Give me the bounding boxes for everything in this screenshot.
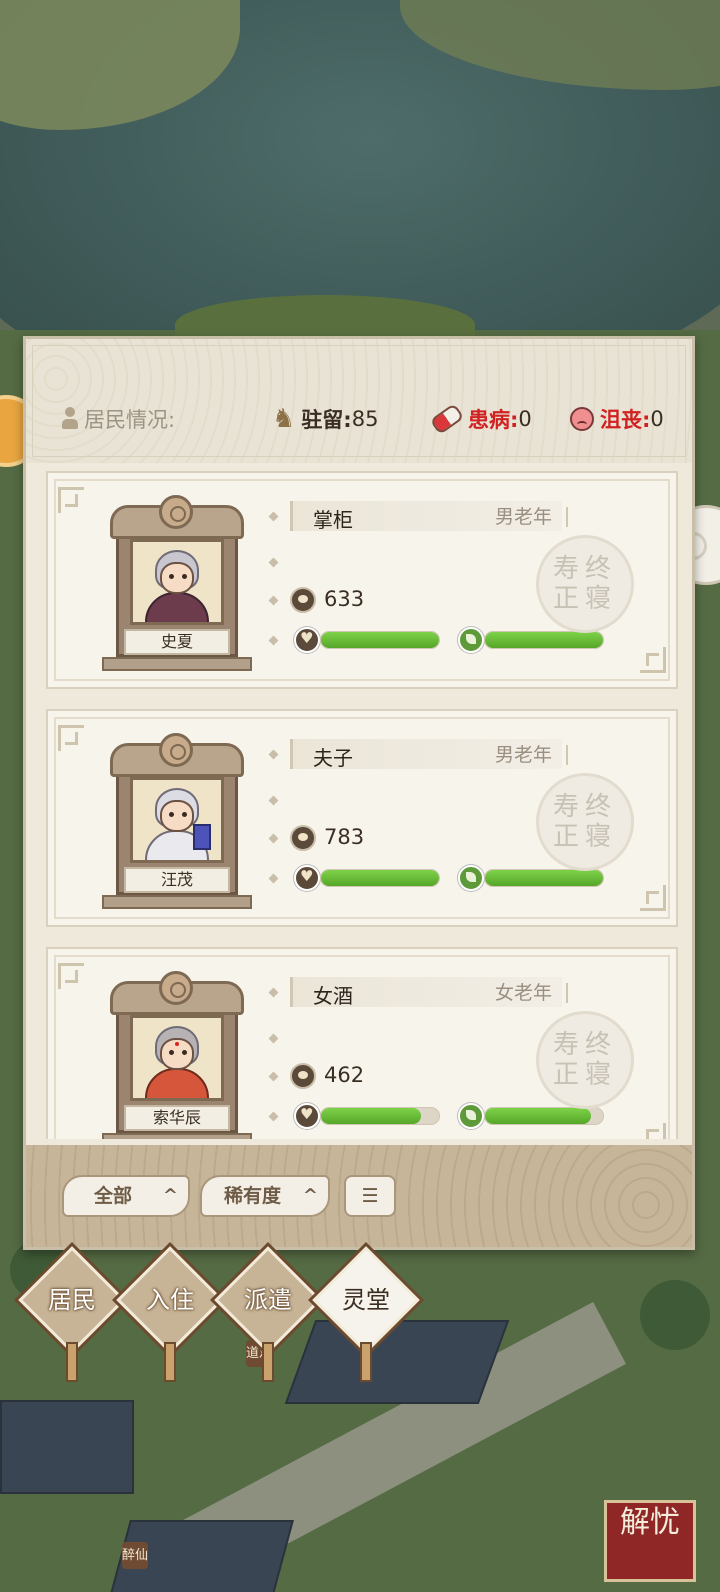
depressed-label: 沮丧: (600, 408, 651, 432)
sad-face-icon (570, 407, 594, 431)
portrait-frame[interactable]: 汪茂 (102, 733, 252, 911)
sign-drunk-immortal[interactable]: 醉仙 (122, 1542, 148, 1569)
filter-all-button[interactable]: 全部 ^ (62, 1175, 190, 1217)
resident-card[interactable]: 史夏 掌柜 男老年 633 寿终正寝 (46, 471, 678, 689)
resident-category: 女老年 (494, 982, 552, 1004)
pill-icon (429, 403, 465, 435)
rose-ornament-icon (159, 733, 193, 767)
resident-job: 夫子 (313, 746, 353, 770)
money-bag-icon (290, 1063, 316, 1089)
resident-portrait (130, 1015, 224, 1101)
sick-label: 患病: (468, 408, 519, 432)
money-bag-icon (290, 825, 316, 851)
panel-header: 居民情况: ♞ 驻留: 85 患病: 0 沮丧: 0 (26, 339, 692, 463)
sort-button[interactable]: ☰ (344, 1175, 396, 1217)
health-bar (320, 869, 440, 887)
depressed-value: 0 (650, 407, 664, 431)
leaf-icon (458, 627, 484, 653)
chevron-up-icon: ^ (302, 1185, 318, 1206)
job-bar: 掌柜 男老年 (290, 501, 568, 532)
resident-wealth: 462 (324, 1063, 365, 1087)
resident-name: 汪茂 (124, 867, 230, 893)
death-seal-stamp: 寿终 正寝 (536, 535, 634, 633)
nav-move-in-button[interactable]: 入住 (116, 1244, 224, 1390)
house-roof[interactable] (0, 1400, 134, 1494)
stay-label: 驻留: (301, 408, 352, 432)
resident-wealth: 783 (324, 825, 365, 849)
health-bar (320, 631, 440, 649)
mood-bar (484, 1107, 604, 1125)
nav-dispatch-button[interactable]: 派遣 (214, 1244, 322, 1390)
health-bar (320, 1107, 440, 1125)
money-bag-icon (290, 587, 316, 613)
portrait-frame[interactable]: 索华辰 (102, 971, 252, 1139)
resident-name: 史夏 (124, 629, 230, 655)
resident-category: 男老年 (494, 744, 552, 766)
resident-status-label: 居民情况: (84, 408, 176, 432)
stay-value: 85 (351, 407, 379, 431)
portrait-frame[interactable]: 史夏 (102, 495, 252, 673)
resident-wealth: 633 (324, 587, 365, 611)
tree (640, 1280, 710, 1350)
rose-ornament-icon (159, 971, 193, 1005)
leaf-icon (458, 1103, 484, 1129)
filter-rarity-button[interactable]: 稀有度 ^ (200, 1175, 330, 1217)
death-seal-stamp: 寿终 正寝 (536, 773, 634, 871)
resident-job: 掌柜 (313, 508, 353, 532)
resident-card[interactable]: 汪茂 夫子 男老年 783 寿终正寝 (46, 709, 678, 927)
jieyou-badge[interactable]: 解忧 (604, 1500, 696, 1582)
nav-memorial-button[interactable]: 灵堂 (312, 1244, 420, 1390)
horse-icon: ♞ (272, 404, 296, 434)
nav-residents-button[interactable]: 居民 (18, 1244, 126, 1390)
job-bar: 女酒 女老年 (290, 977, 568, 1008)
mood-bar (484, 869, 604, 887)
resident-portrait (130, 539, 224, 625)
heart-icon (294, 627, 320, 653)
resident-portrait (130, 777, 224, 863)
rose-ornament-icon (159, 495, 193, 529)
leaf-icon (458, 865, 484, 891)
job-bar: 夫子 男老年 (290, 739, 568, 770)
sort-icon: ☰ (361, 1185, 379, 1207)
resident-status-row: 居民情况: ♞ 驻留: 85 患病: 0 沮丧: 0 (62, 399, 682, 439)
resident-job: 女酒 (313, 984, 353, 1008)
resident-card[interactable]: 索华辰 女酒 女老年 462 寿终正寝 (46, 947, 678, 1139)
chevron-up-icon: ^ (162, 1185, 178, 1206)
resident-list[interactable]: 史夏 掌柜 男老年 633 寿终正寝 (46, 463, 678, 1139)
mood-bar (484, 631, 604, 649)
heart-icon (294, 1103, 320, 1129)
residents-panel: 居民情况: ♞ 驻留: 85 患病: 0 沮丧: 0 史夏 掌柜 男老年 633… (23, 336, 695, 1250)
death-seal-stamp: 寿终 正寝 (536, 1011, 634, 1109)
person-icon (62, 407, 78, 431)
resident-category: 男老年 (494, 506, 552, 528)
resident-name: 索华辰 (124, 1105, 230, 1131)
heart-icon (294, 865, 320, 891)
panel-footer: 全部 ^ 稀有度 ^ ☰ (26, 1145, 692, 1247)
sick-value: 0 (518, 407, 532, 431)
